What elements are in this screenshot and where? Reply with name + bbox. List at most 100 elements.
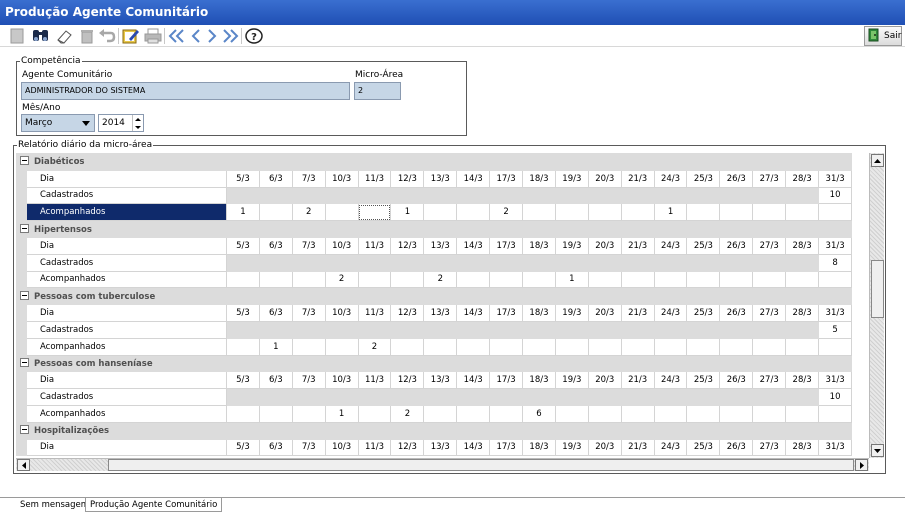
value-cell[interactable] (489, 270, 524, 289)
vertical-scroll-thumb[interactable] (871, 260, 884, 318)
row-label[interactable]: Cadastrados (26, 320, 227, 339)
row-label[interactable]: Acompanhados (26, 203, 227, 222)
eraser-icon[interactable] (55, 27, 73, 45)
table-row[interactable]: Cadastrados 10 (16, 186, 853, 205)
value-cell[interactable] (686, 270, 721, 289)
value-cell[interactable] (226, 404, 260, 423)
value-cell[interactable] (226, 337, 260, 356)
value-cell[interactable] (785, 203, 820, 222)
spin-down-icon[interactable] (133, 123, 143, 131)
new-icon[interactable] (8, 27, 26, 45)
value-cell[interactable] (357, 270, 392, 289)
row-label[interactable]: Dia (26, 236, 227, 255)
value-cell[interactable] (258, 203, 293, 222)
value-cell[interactable] (489, 337, 524, 356)
value-cell[interactable] (818, 337, 853, 356)
value-cell[interactable]: 1 (226, 203, 260, 222)
group-row[interactable]: Hipertensos (16, 220, 853, 238)
value-cell[interactable] (818, 404, 853, 423)
value-cell[interactable] (456, 404, 491, 423)
value-cell[interactable] (357, 203, 392, 222)
value-cell[interactable] (719, 337, 754, 356)
collapse-icon[interactable] (20, 290, 29, 300)
value-cell[interactable] (456, 337, 491, 356)
group-header[interactable]: Pessoas com tuberculose (16, 287, 853, 306)
table-row[interactable]: Dia 5/3 6/3 7/3 10/3 11/3 12/3 13/3 14/3 17/3 18/3… (16, 438, 853, 457)
value-cell[interactable] (719, 404, 754, 423)
value-cell[interactable] (357, 404, 392, 423)
total-cell[interactable]: 10 (818, 186, 853, 205)
status-tab-current[interactable]: Produção Agente Comunitário (85, 498, 223, 512)
value-cell[interactable] (719, 270, 754, 289)
table-row[interactable]: Cadastrados 10 (16, 388, 853, 406)
scroll-left-icon[interactable] (17, 459, 30, 471)
value-cell[interactable] (291, 337, 326, 356)
trash-icon[interactable] (78, 27, 96, 45)
value-cell[interactable] (686, 337, 721, 356)
value-cell[interactable] (390, 337, 425, 356)
value-cell[interactable]: 1 (258, 337, 293, 356)
spin-up-icon[interactable] (133, 115, 143, 123)
group-header[interactable]: Hospitalizações (16, 421, 853, 440)
group-header[interactable]: Diabéticos (16, 153, 853, 171)
value-cell[interactable] (653, 404, 688, 423)
value-cell[interactable] (587, 404, 622, 423)
value-cell[interactable] (554, 337, 589, 356)
row-label[interactable]: Acompanhados (26, 404, 227, 423)
value-cell[interactable] (522, 203, 556, 222)
edit-icon[interactable] (122, 27, 140, 45)
row-label[interactable]: Cadastrados (26, 253, 227, 272)
next-icon[interactable] (203, 27, 221, 45)
value-cell[interactable] (785, 337, 820, 356)
status-tab-messages[interactable]: Sem mensagem (16, 498, 95, 512)
total-cell[interactable]: 8 (818, 253, 853, 272)
value-cell[interactable] (291, 404, 326, 423)
collapse-icon[interactable] (20, 223, 29, 233)
value-cell[interactable] (620, 203, 655, 222)
value-cell[interactable] (324, 203, 359, 222)
chevron-down-icon[interactable] (78, 115, 94, 131)
value-cell[interactable] (686, 203, 721, 222)
table-row[interactable]: Dia 5/3 6/3 7/3 10/3 11/3 12/3 13/3 14/3 17/3 18/3… (16, 236, 853, 255)
row-label[interactable]: Acompanhados (26, 337, 227, 356)
total-cell[interactable]: 5 (818, 320, 853, 339)
row-label[interactable]: Dia (26, 438, 227, 457)
horizontal-scroll-thumb[interactable] (108, 459, 854, 471)
table-row[interactable]: Acompanhados 1 2 (16, 337, 853, 356)
undo-icon[interactable] (98, 27, 116, 45)
value-cell[interactable]: 6 (522, 404, 556, 423)
group-row[interactable]: Hospitalizações (16, 421, 853, 440)
value-cell[interactable] (522, 337, 556, 356)
value-cell[interactable] (324, 337, 359, 356)
value-cell[interactable] (818, 203, 853, 222)
value-cell[interactable] (522, 270, 556, 289)
value-cell[interactable]: 1 (653, 203, 688, 222)
value-cell[interactable] (653, 270, 688, 289)
table-row[interactable]: Cadastrados 5 (16, 320, 853, 339)
vertical-scrollbar[interactable] (869, 153, 884, 458)
row-label[interactable]: Cadastrados (26, 388, 227, 406)
table-row[interactable]: Dia 5/3 6/3 7/3 10/3 11/3 12/3 13/3 14/3 17/3 18/3… (16, 169, 853, 188)
row-label[interactable]: Dia (26, 371, 227, 390)
value-cell[interactable]: 2 (489, 203, 524, 222)
row-label[interactable]: Cadastrados (26, 186, 227, 205)
group-row[interactable]: Pessoas com tuberculose (16, 287, 853, 306)
report-grid[interactable]: Diabéticos Dia 5/3 6/3 7/3 10/3 11/3 12/3 13/3 14… (16, 153, 869, 458)
value-cell[interactable]: 2 (423, 270, 458, 289)
search-icon[interactable] (32, 27, 50, 45)
scroll-right-icon[interactable] (855, 459, 868, 471)
value-cell[interactable] (554, 203, 589, 222)
value-cell[interactable] (587, 270, 622, 289)
value-cell[interactable] (785, 270, 820, 289)
total-cell[interactable]: 10 (818, 388, 853, 406)
group-header[interactable]: Hipertensos (16, 220, 853, 238)
value-cell[interactable] (752, 270, 787, 289)
value-cell[interactable] (423, 404, 458, 423)
micro-area-field[interactable]: 2 (354, 82, 401, 100)
value-cell[interactable] (785, 404, 820, 423)
value-cell[interactable] (291, 270, 326, 289)
value-cell[interactable] (390, 270, 425, 289)
value-cell[interactable] (587, 203, 622, 222)
value-cell[interactable]: 1 (324, 404, 359, 423)
month-select[interactable]: Março (21, 114, 95, 132)
